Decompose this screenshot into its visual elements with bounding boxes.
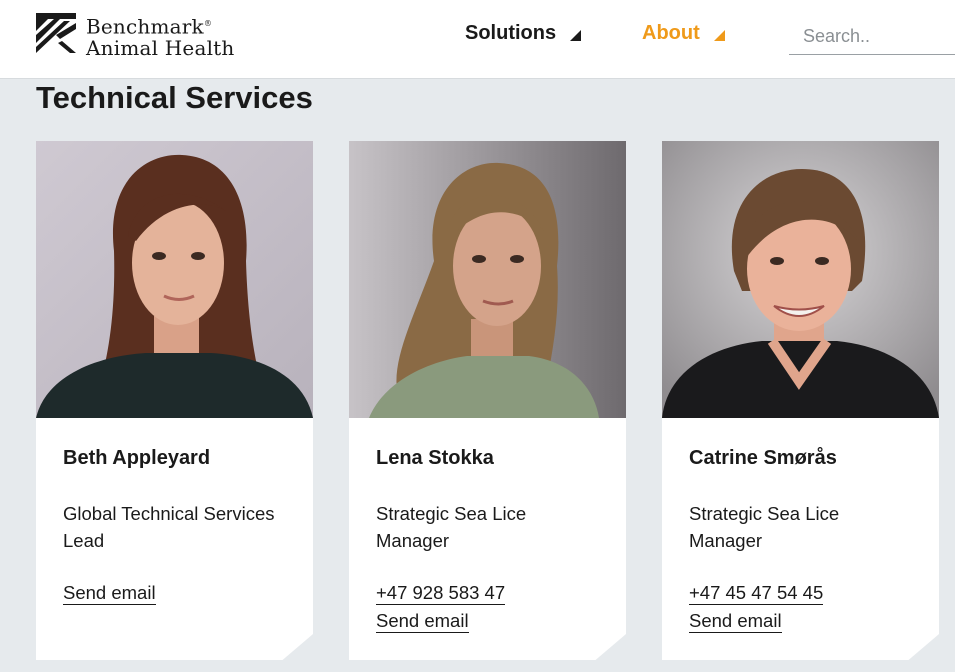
registered-mark: ® xyxy=(203,19,213,28)
nav-about-label: About xyxy=(642,22,700,44)
send-email-link[interactable]: Send email xyxy=(689,609,782,633)
staff-photo xyxy=(36,141,313,418)
search-input[interactable] xyxy=(789,18,955,55)
staff-card: Beth Appleyard Global Technical Services… xyxy=(36,141,313,660)
staff-name: Beth Appleyard xyxy=(63,447,211,469)
staff-name: Catrine Smørås xyxy=(689,447,837,469)
brand-name-line2: Animal Health xyxy=(86,35,235,60)
staff-card: Catrine Smørås Strategic Sea Lice Manage… xyxy=(662,141,939,660)
send-email-link[interactable]: Send email xyxy=(63,581,156,605)
staff-photo xyxy=(662,141,939,418)
caret-icon xyxy=(570,30,582,41)
phone-link[interactable]: +47 928 583 47 xyxy=(376,581,506,605)
caret-icon xyxy=(713,30,725,41)
nav-about[interactable]: About xyxy=(642,22,725,45)
staff-role: Strategic Sea Lice Manager xyxy=(689,503,840,551)
brand-wordmark: Benchmark® Animal Health xyxy=(86,13,234,59)
benchmark-logo-icon xyxy=(36,13,76,53)
staff-role: Strategic Sea Lice Manager xyxy=(376,503,527,551)
nav-solutions[interactable]: Solutions xyxy=(465,22,582,45)
staff-photo xyxy=(349,141,626,418)
staff-card: Lena Stokka Strategic Sea Lice Manager +… xyxy=(349,141,626,660)
staff-role: Global Technical Services Lead xyxy=(63,503,275,551)
send-email-link[interactable]: Send email xyxy=(376,609,469,633)
staff-name: Lena Stokka xyxy=(376,447,494,469)
site-header: Benchmark® Animal Health Solutions About xyxy=(0,0,955,79)
nav-solutions-label: Solutions xyxy=(465,22,557,44)
brand-logo[interactable]: Benchmark® Animal Health xyxy=(36,13,234,59)
page-title: Technical Services xyxy=(36,80,313,115)
phone-link[interactable]: +47 45 47 54 45 xyxy=(689,581,824,605)
